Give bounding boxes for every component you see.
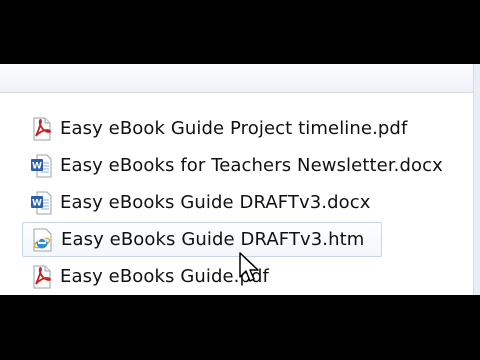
file-name: Easy eBooks for Teachers Newsletter.docx xyxy=(60,155,443,176)
file-name: Easy eBooks Guide DRAFTv3.docx xyxy=(60,192,371,213)
svg-text:W: W xyxy=(32,198,42,208)
file-list: Easy eBook Guide Project timeline.pdf W … xyxy=(22,110,452,295)
mouse-pointer-icon xyxy=(239,252,259,282)
file-item-project-timeline-pdf[interactable]: Easy eBook Guide Project timeline.pdf xyxy=(22,110,452,147)
internet-explorer-icon xyxy=(31,228,55,252)
word-doc-icon: W xyxy=(30,154,54,178)
pdf-file-icon xyxy=(30,117,54,141)
file-item-guide-draft-htm[interactable]: Easy eBooks Guide DRAFTv3.htm xyxy=(22,222,382,257)
file-item-guide-draft-docx[interactable]: W Easy eBooks Guide DRAFTv3.docx xyxy=(22,184,452,221)
file-name: Easy eBook Guide Project timeline.pdf xyxy=(60,118,408,139)
file-name: Easy eBooks Guide DRAFTv3.htm xyxy=(61,229,365,250)
file-item-teachers-newsletter-docx[interactable]: W Easy eBooks for Teachers Newsletter.do… xyxy=(22,147,452,184)
scrollbar-edge[interactable] xyxy=(473,64,480,295)
word-doc-icon: W xyxy=(30,191,54,215)
file-item-guide-pdf[interactable]: Easy eBooks Guide.pdf xyxy=(22,258,452,295)
svg-text:W: W xyxy=(32,161,42,171)
panel-header-band xyxy=(0,64,480,93)
pdf-file-icon xyxy=(30,265,54,289)
